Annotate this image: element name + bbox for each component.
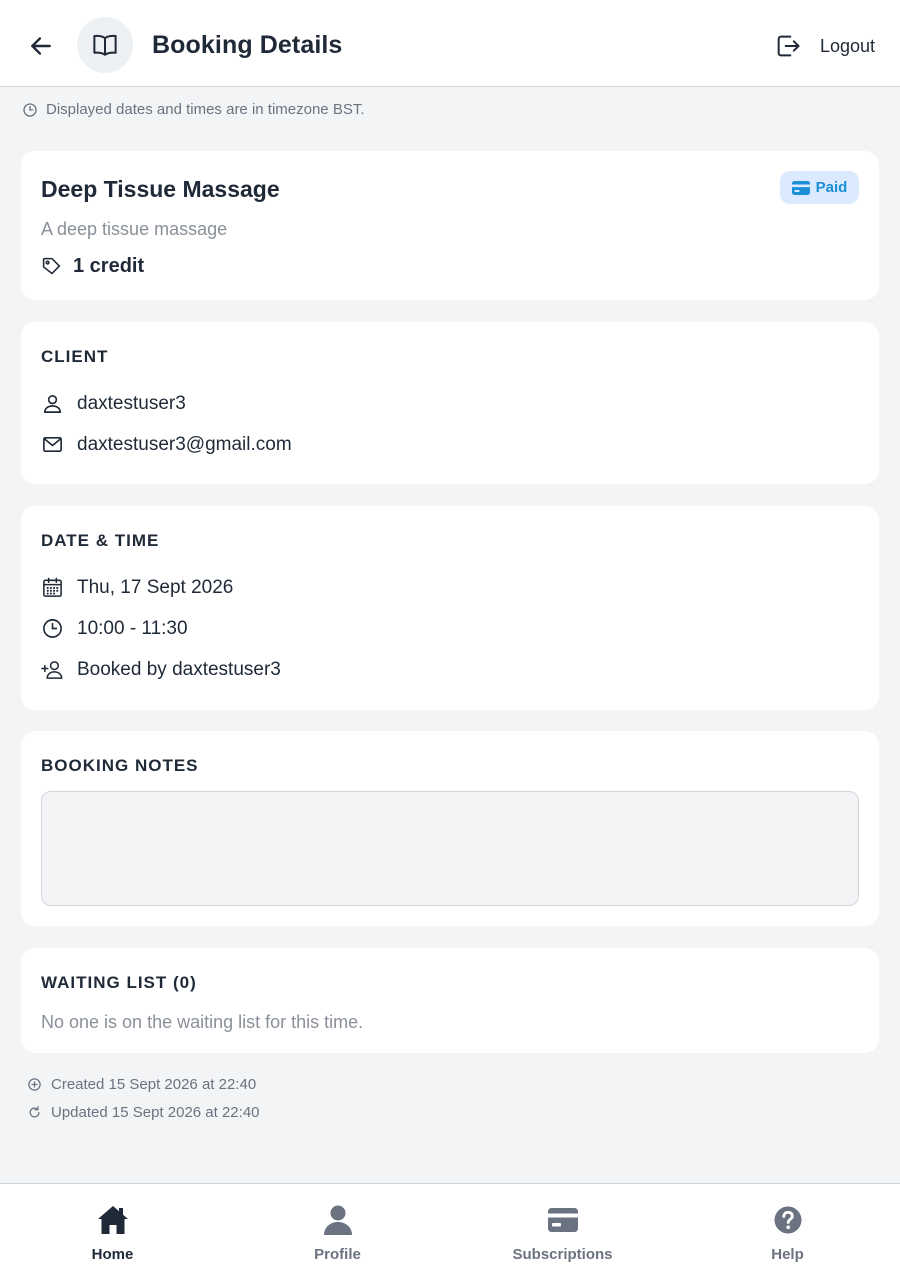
datetime-card: DATE & TIME Thu, 17 Sept 2026 10:00 - 11…	[21, 506, 879, 710]
service-name: Deep Tissue Massage	[41, 176, 280, 202]
booking-time-row: 10:00 - 11:30	[41, 617, 188, 640]
help-icon	[774, 1206, 801, 1234]
waiting-list-title: WAITING LIST (0)	[41, 973, 197, 992]
tag-icon	[42, 257, 61, 275]
credit-card-icon	[791, 180, 810, 195]
arrow-left-icon	[31, 37, 51, 55]
payment-status-badge: Paid	[780, 171, 859, 204]
bottom-navigation: Home Profile Subscriptions Help	[0, 1183, 900, 1286]
book-icon-badge	[77, 17, 133, 73]
app-header: Booking Details Logout	[0, 0, 900, 87]
logout-button[interactable]: Logout	[774, 28, 875, 64]
plus-circle-icon	[28, 1078, 41, 1091]
logout-icon	[777, 35, 800, 57]
waiting-list-empty-text: No one is on the waiting list for this t…	[41, 1012, 364, 1032]
datetime-section-title: DATE & TIME	[41, 531, 160, 550]
page-title: Booking Details	[152, 31, 343, 59]
booked-by: Booked by daxtestuser3	[77, 658, 281, 680]
booking-date: Thu, 17 Sept 2026	[77, 576, 234, 598]
home-icon	[97, 1206, 128, 1234]
timezone-note-text: Displayed dates and times are in timezon…	[46, 101, 365, 118]
back-button[interactable]	[22, 27, 60, 65]
nav-subscriptions[interactable]: Subscriptions	[450, 1184, 675, 1286]
waiting-list-card: WAITING LIST (0) No one is on the waitin…	[21, 948, 879, 1053]
service-description: A deep tissue massage	[41, 219, 228, 239]
booking-notes-card: BOOKING NOTES	[21, 731, 879, 926]
nav-profile-label: Profile	[314, 1246, 361, 1263]
updated-timestamp: Updated 15 Sept 2026 at 22:40	[27, 1104, 260, 1121]
user-icon	[44, 395, 61, 413]
nav-home-label: Home	[91, 1246, 134, 1263]
payment-status-label: Paid	[815, 179, 848, 196]
booking-date-row: Thu, 17 Sept 2026	[41, 576, 233, 599]
credit-card-icon	[547, 1208, 578, 1232]
booking-notes-field[interactable]	[41, 791, 859, 906]
created-timestamp: Created 15 Sept 2026 at 22:40	[27, 1076, 256, 1093]
booked-by-row: Booked by daxtestuser3	[41, 658, 281, 681]
client-email[interactable]: daxtestuser3@gmail.com	[77, 434, 292, 456]
credit-cost: 1 credit	[41, 255, 144, 278]
updated-text: Updated 15 Sept 2026 at 22:40	[51, 1104, 260, 1121]
client-username: daxtestuser3	[77, 392, 186, 414]
clock-icon	[43, 619, 62, 638]
client-email-row: daxtestuser3@gmail.com	[41, 433, 292, 456]
credit-text: 1 credit	[73, 255, 145, 277]
refresh-icon	[29, 1105, 40, 1118]
user-plus-icon	[41, 661, 63, 679]
client-section-title: CLIENT	[41, 347, 109, 366]
client-username-row: daxtestuser3	[41, 392, 186, 415]
nav-home[interactable]: Home	[0, 1184, 225, 1286]
nav-profile[interactable]: Profile	[225, 1184, 450, 1286]
nav-subscriptions-label: Subscriptions	[512, 1246, 613, 1263]
created-text: Created 15 Sept 2026 at 22:40	[51, 1076, 257, 1093]
client-card: CLIENT daxtestuser3 daxtestuser3@gmail.c…	[21, 322, 879, 484]
booking-time: 10:00 - 11:30	[77, 617, 188, 639]
mail-icon	[43, 436, 62, 453]
booking-notes-title: BOOKING NOTES	[41, 756, 199, 775]
clock-icon	[23, 102, 37, 117]
nav-help-label: Help	[771, 1246, 804, 1263]
nav-help[interactable]: Help	[675, 1184, 900, 1286]
book-open-icon	[93, 34, 117, 56]
profile-icon	[323, 1205, 352, 1235]
service-card: Deep Tissue Massage Paid A deep tissue m…	[21, 151, 879, 300]
calendar-icon	[43, 577, 62, 597]
logout-label: Logout	[820, 35, 876, 56]
timezone-note: Displayed dates and times are in timezon…	[22, 101, 365, 118]
